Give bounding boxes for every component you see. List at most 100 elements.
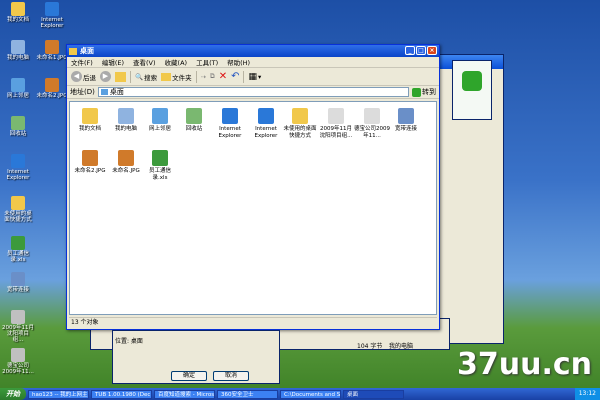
ok-button[interactable]: 确定 xyxy=(171,371,207,381)
broadband-icon xyxy=(398,108,414,124)
task-documents[interactable]: C:\Documents and Settin... xyxy=(280,389,341,399)
task-hao123[interactable]: hao123 -- 我的上网主... xyxy=(28,389,89,399)
location-label: 位置: 桌面 xyxy=(115,338,143,345)
image-icon xyxy=(82,150,98,166)
file-item-ie2[interactable]: Internet Explorer xyxy=(248,108,284,139)
ie-icon xyxy=(45,2,59,16)
clock[interactable]: 13:12 xyxy=(574,388,600,400)
desktop-icon-ie2[interactable]: Internet Explorer xyxy=(2,154,34,181)
file-item-doc2[interactable]: 德宝公司2009年11... xyxy=(354,108,390,139)
back-button[interactable]: ◀ 后退 xyxy=(71,71,96,82)
file-item-my-documents[interactable]: 我的文档 xyxy=(72,108,108,133)
menu-edit[interactable]: 编辑(E) xyxy=(102,57,124,67)
file-item-my-computer[interactable]: 我的电脑 xyxy=(108,108,144,133)
file-item-ie[interactable]: Internet Explorer xyxy=(212,108,248,139)
folder-icon xyxy=(82,108,98,124)
recycle-bin-icon xyxy=(186,108,202,124)
task-baidu[interactable]: 百度知道搜索 - Micros... xyxy=(154,389,215,399)
dialog-fragment[interactable]: 位置: 桌面 确定 取消 xyxy=(112,330,280,384)
views-button[interactable]: ▦ ▾ xyxy=(248,72,261,82)
menu-tools[interactable]: 工具(T) xyxy=(196,57,218,67)
forward-arrow-icon: ▶ xyxy=(100,71,111,82)
undo-button[interactable]: ↶ xyxy=(231,71,239,82)
computer-icon xyxy=(11,40,25,54)
desktop-icon-image2[interactable]: 未命名2.JPG xyxy=(36,78,68,99)
desktop-icon-unused-shortcuts[interactable]: 未使用的桌面快捷方式 xyxy=(2,196,34,223)
undo-icon: ↶ xyxy=(231,71,240,82)
go-button[interactable]: 转到 xyxy=(412,87,436,97)
desktop-icon-ie[interactable]: Internet Explorer xyxy=(36,2,68,29)
menu-view[interactable]: 查看(V) xyxy=(133,57,156,67)
excel-icon xyxy=(11,236,25,250)
delete-button[interactable]: ✕ xyxy=(219,71,227,82)
minimize-button[interactable]: _ xyxy=(405,46,415,55)
desktop-icon-my-documents[interactable]: 我的文档 xyxy=(2,2,34,23)
ie-icon xyxy=(222,108,238,124)
folder-icon xyxy=(11,196,25,210)
up-button[interactable] xyxy=(115,71,126,82)
background-window-360[interactable] xyxy=(452,60,492,120)
search-button[interactable]: 🔍 搜索 xyxy=(135,72,157,82)
file-item-image2[interactable]: 未命名2.JPG xyxy=(72,150,108,175)
image-icon xyxy=(118,150,134,166)
copy-to-button[interactable]: ⧉ xyxy=(210,72,215,81)
desktop-icon-xls[interactable]: 员工通信录.xls xyxy=(2,236,34,263)
file-item-xls[interactable]: 员工通信录.xls xyxy=(142,150,178,181)
file-item-unused-shortcuts[interactable]: 未使用的桌面快捷方式 xyxy=(282,108,318,139)
title-bar[interactable]: 桌面 _ □ × xyxy=(67,45,439,57)
task-360[interactable]: 360安全卫士 xyxy=(217,389,278,399)
explorer-window[interactable]: 桌面 _ □ × 文件(F) 编辑(E) 查看(V) 收藏(A) 工具(T) 帮… xyxy=(66,44,440,330)
status-size-text: 104 字节 xyxy=(357,343,383,350)
file-item-doc1[interactable]: 2009年11月沈阳项目组... xyxy=(318,108,354,139)
file-view[interactable]: 我的文档 我的电脑 网上邻居 回收站 Internet Explorer Int… xyxy=(69,101,437,315)
close-button[interactable]: × xyxy=(427,46,437,55)
network-icon xyxy=(152,108,168,124)
desktop-icon-recycle-bin[interactable]: 回收站 xyxy=(2,116,34,137)
window-title: 桌面 xyxy=(80,47,94,55)
task-tub[interactable]: TUB 1.00.1980 (Dec 10 ... xyxy=(91,389,152,399)
back-arrow-icon: ◀ xyxy=(71,71,82,82)
move-to-button[interactable]: ⇢ xyxy=(201,73,206,81)
shield-icon xyxy=(462,71,482,91)
network-icon xyxy=(11,78,25,92)
menu-file[interactable]: 文件(F) xyxy=(71,57,93,67)
toolbar: ◀ 后退 ▶ 🔍 搜索 文件夹 ⇢ ⧉ ✕ ↶ ▦ ▾ xyxy=(67,68,439,86)
document-icon xyxy=(364,108,380,124)
desktop-icon-doc2[interactable]: 德宝公司2009年11... xyxy=(2,348,34,375)
address-input[interactable]: 桌面 xyxy=(97,87,409,97)
address-label: 地址(D) xyxy=(70,88,95,96)
document-icon xyxy=(11,348,25,362)
file-item-network[interactable]: 网上邻居 xyxy=(142,108,178,133)
maximize-button[interactable]: □ xyxy=(416,46,426,55)
desktop-icon-network[interactable]: 网上邻居 xyxy=(2,78,34,99)
desktop-icon-my-computer[interactable]: 我的电脑 xyxy=(2,40,34,61)
image-icon xyxy=(45,40,59,54)
recycle-bin-icon xyxy=(11,116,25,130)
computer-icon xyxy=(118,108,134,124)
file-item-recycle-bin[interactable]: 回收站 xyxy=(176,108,212,133)
menu-favorites[interactable]: 收藏(A) xyxy=(165,57,188,67)
folder-icon xyxy=(69,47,77,55)
file-item-broadband[interactable]: 宽带连接 xyxy=(388,108,424,133)
move-icon: ⇢ xyxy=(200,72,207,81)
document-icon xyxy=(328,108,344,124)
cancel-button[interactable]: 取消 xyxy=(213,371,249,381)
ie-icon xyxy=(11,154,25,168)
copy-icon: ⧉ xyxy=(210,72,215,80)
address-bar: 地址(D) 桌面 转到 xyxy=(67,86,439,99)
desktop-icon-broadband[interactable]: 宽带连接 xyxy=(2,272,34,293)
search-icon: 🔍 xyxy=(135,72,144,81)
delete-icon: ✕ xyxy=(218,71,228,82)
broadband-icon xyxy=(11,272,25,286)
file-item-image[interactable]: 未命名.JPG xyxy=(108,150,144,175)
chevron-down-icon: ▾ xyxy=(258,72,262,81)
forward-button[interactable]: ▶ xyxy=(100,71,111,82)
go-arrow-icon xyxy=(412,87,421,97)
desktop-icon-image1[interactable]: 未命名1.JPG xyxy=(36,40,68,61)
folders-button[interactable]: 文件夹 xyxy=(161,72,192,82)
menu-help[interactable]: 帮助(H) xyxy=(227,57,250,67)
task-desktop[interactable]: 桌面 xyxy=(343,389,404,399)
desktop-icon-doc1[interactable]: 2009年11月沈阳项目组... xyxy=(2,310,34,343)
image-icon xyxy=(45,78,59,92)
start-button[interactable]: 开始 xyxy=(0,388,26,400)
